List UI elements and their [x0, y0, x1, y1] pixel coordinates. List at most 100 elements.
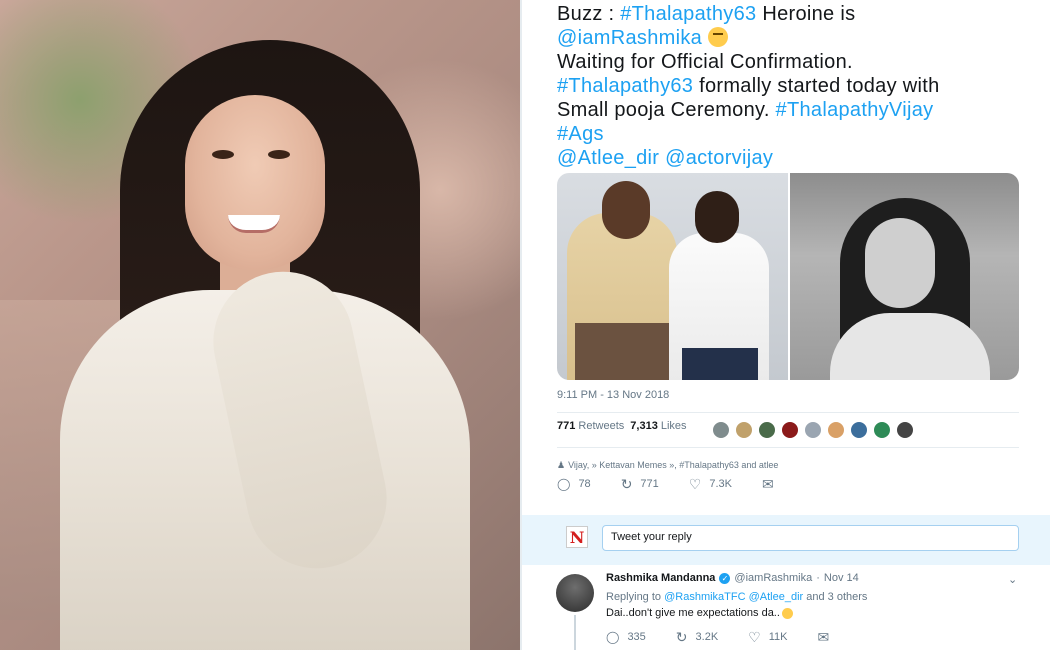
left-eye [212, 150, 234, 159]
thinking-emoji-icon [707, 27, 728, 47]
tweet-media[interactable] [557, 173, 1019, 380]
replying-suffix[interactable]: and 3 others [803, 591, 867, 603]
tweet-line-3: Waiting for Official Confirmation. [557, 51, 853, 73]
replying-to: Replying to @RashmikaTFC @Atlee_dir and … [606, 591, 867, 603]
tweet-actions: ◯ 78 ↻ 771 ♡ 7.3K ✉ [557, 477, 774, 491]
direct-message-button[interactable]: ✉ [818, 630, 830, 644]
like-count: 7.3K [709, 478, 732, 490]
face [185, 95, 325, 270]
retweet-button[interactable]: ↻ 771 [621, 477, 659, 491]
liker-avatar[interactable] [758, 421, 776, 439]
tweet-line-5: Small pooja Ceremony. #ThalapathyVijay [557, 98, 1017, 122]
tweet-line-4: #Thalapathy63 formally started today wit… [557, 74, 1017, 98]
tweet-panel: Buzz : #Thalapathy63 Heroine is @iamRash… [522, 0, 1050, 650]
heart-icon: ♡ [688, 476, 702, 492]
retweet-count: 771 [640, 478, 659, 490]
liker-avatar[interactable] [896, 421, 914, 439]
trousers [575, 323, 675, 380]
media-photo-rashmika-bw[interactable] [790, 173, 1019, 380]
hashtag-link[interactable]: #Ags [557, 123, 604, 145]
tweet-line-6: #Ags [557, 122, 1017, 146]
tweet-text-segment: Buzz : [557, 3, 621, 25]
mention-link[interactable]: @Atlee_dir [557, 147, 659, 169]
separator-dot: · [816, 572, 820, 584]
envelope-icon: ✉ [817, 629, 830, 645]
hashtag-link[interactable]: #Thalapathy63 [620, 3, 756, 25]
separator [557, 412, 1019, 413]
author-name[interactable]: Rashmika Mandanna [606, 572, 715, 584]
verified-badge-icon: ✓ [719, 572, 731, 584]
face [865, 218, 935, 308]
mention-link[interactable]: @actorvijay [665, 147, 773, 169]
reply-button[interactable]: ◯ 335 [606, 630, 646, 644]
portrait-photo [0, 0, 520, 650]
liker-avatars [712, 421, 914, 439]
tweet-text-segment: formally started today with [693, 75, 940, 97]
retweets-count: 771 [557, 420, 576, 432]
like-count: 11K [768, 631, 788, 643]
reply-icon: ◯ [557, 477, 571, 491]
social-context-text[interactable]: Vijay, » Kettavan Memes », #Thalapathy63… [568, 460, 778, 470]
liker-avatar[interactable] [781, 421, 799, 439]
liker-avatar[interactable] [827, 421, 845, 439]
tweet-timestamp[interactable]: 9:11 PM - 13 Nov 2018 [557, 389, 669, 401]
joy-emoji-icon [781, 607, 793, 619]
people-icon: ♟ [557, 460, 566, 470]
reply-count: 335 [627, 631, 646, 643]
reply-button[interactable]: ◯ 78 [557, 477, 591, 491]
tweet-stats: 771 Retweets 7,313 Likes [557, 420, 687, 432]
retweets-stat[interactable]: 771 Retweets [557, 420, 624, 432]
man-head [695, 191, 739, 243]
user-avatar[interactable]: N [566, 526, 588, 548]
reply-date[interactable]: Nov 14 [824, 572, 859, 584]
right-eye [268, 150, 290, 159]
reply-icon: ◯ [606, 630, 620, 644]
tweet-text-segment: Small pooja Ceremony. [557, 99, 776, 121]
reply-input[interactable]: Tweet your reply [602, 525, 1019, 551]
hashtag-link[interactable]: #ThalapathyVijay [776, 99, 934, 121]
reply-text-content: Dai..don't give me expectations da.. [606, 607, 780, 619]
like-button[interactable]: ♡ 7.3K [689, 477, 732, 491]
avatar-logo: N [569, 527, 585, 547]
likes-stat[interactable]: 7,313 Likes [630, 420, 686, 432]
reply-header: Rashmika Mandanna ✓ @iamRashmika · Nov 1… [606, 572, 859, 584]
separator [557, 447, 1019, 448]
tweet-line-2: @iamRashmika [557, 26, 1017, 50]
liker-avatar[interactable] [804, 421, 822, 439]
likes-label: Likes [660, 420, 687, 432]
tweet-line-7: @Atlee_dir @actorvijay [557, 146, 1017, 170]
chevron-down-icon[interactable]: ⌄ [1008, 573, 1017, 586]
retweet-count: 3.2K [695, 631, 719, 643]
hashtag-link[interactable]: #Thalapathy63 [557, 75, 693, 97]
mention-link[interactable]: @RashmikaTFC [664, 591, 745, 603]
thread-line [574, 615, 576, 650]
direct-message-button[interactable]: ✉ [762, 477, 774, 491]
mention-link[interactable]: @iamRashmika [557, 27, 702, 49]
media-photo-vijay-atlee[interactable] [557, 173, 788, 380]
reply-text: Dai..don't give me expectations da.. [606, 607, 793, 619]
man-head [602, 181, 650, 239]
likes-count: 7,313 [630, 420, 658, 432]
reply-count: 78 [578, 478, 591, 490]
tweet-text: Buzz : #Thalapathy63 Heroine is @iamRash… [557, 2, 1017, 170]
liker-avatar[interactable] [850, 421, 868, 439]
replying-prefix: Replying to [606, 591, 665, 603]
reply-actions: ◯ 335 ↻ 3.2K ♡ 11K ✉ [606, 630, 829, 644]
envelope-icon: ✉ [761, 476, 774, 492]
social-context: ♟ Vijay, » Kettavan Memes », #Thalapathy… [557, 458, 778, 472]
tweet-line-1: Buzz : #Thalapathy63 Heroine is [557, 2, 1017, 26]
heart-icon: ♡ [748, 629, 761, 645]
liker-avatar[interactable] [735, 421, 753, 439]
trousers [682, 348, 758, 380]
author-handle[interactable]: @iamRashmika [734, 572, 812, 584]
retweet-button[interactable]: ↻ 3.2K [676, 630, 718, 644]
tweet-text-segment: Heroine is [756, 3, 856, 25]
retweets-label: Retweets [578, 420, 625, 432]
avatar[interactable] [556, 574, 594, 612]
like-button[interactable]: ♡ 11K [748, 630, 787, 644]
liker-avatar[interactable] [873, 421, 891, 439]
mention-link[interactable]: @Atlee_dir [749, 591, 804, 603]
retweet-icon: ↻ [620, 476, 633, 492]
retweet-icon: ↻ [675, 629, 688, 645]
liker-avatar[interactable] [712, 421, 730, 439]
